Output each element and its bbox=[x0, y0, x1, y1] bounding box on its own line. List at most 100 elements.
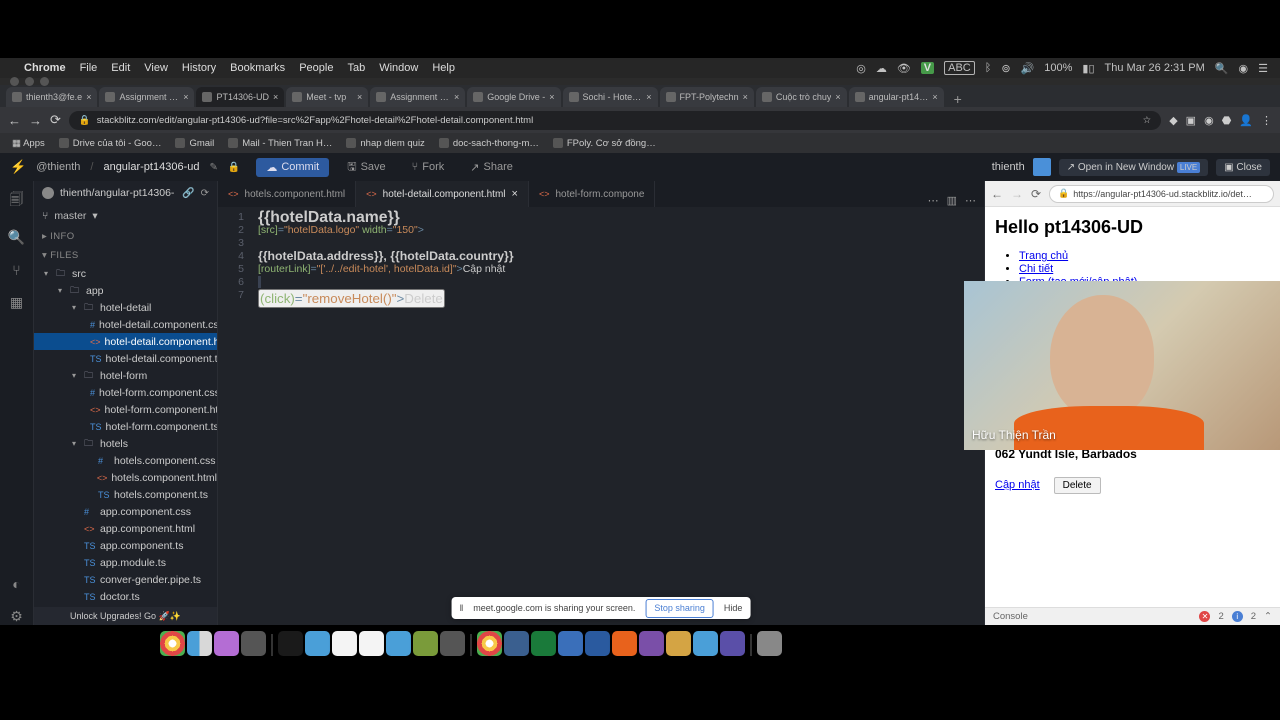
volume-icon[interactable]: 🔊 bbox=[1021, 62, 1035, 75]
back-btn[interactable]: ← bbox=[8, 113, 21, 128]
nav-home[interactable]: Trang chủ bbox=[1019, 250, 1068, 262]
more2-icon[interactable]: ⋯ bbox=[965, 194, 976, 207]
dock-trash[interactable] bbox=[757, 631, 782, 656]
menu-window[interactable]: Window bbox=[379, 62, 418, 74]
dock-github[interactable] bbox=[639, 631, 664, 656]
tree-folder[interactable]: ▾🗀src bbox=[34, 265, 217, 282]
dock-chrome2[interactable] bbox=[477, 631, 502, 656]
console-bar[interactable]: Console ✕2 i2 ⌃ bbox=[985, 607, 1280, 625]
browser-tab[interactable]: Google Drive -× bbox=[467, 87, 560, 107]
dock-cal[interactable] bbox=[332, 631, 357, 656]
bluetooth-icon[interactable]: ᛒ bbox=[985, 62, 992, 74]
code-area[interactable]: 1234567 {{hotelData.name}}[src]="hotelDa… bbox=[218, 207, 984, 625]
browser-tab[interactable]: PT14306-UD× bbox=[196, 87, 284, 107]
dock-excel[interactable] bbox=[531, 631, 556, 656]
split-icon[interactable]: ▥ bbox=[947, 194, 957, 207]
delete-btn[interactable]: Delete bbox=[1054, 477, 1101, 494]
nav-detail[interactable]: Chi tiết bbox=[1019, 263, 1053, 275]
tree-file[interactable]: #app.component.css bbox=[34, 503, 217, 520]
stop-sharing-btn[interactable]: Stop sharing bbox=[645, 599, 714, 618]
sb-owner[interactable]: @thienth bbox=[36, 161, 80, 173]
dock-safari[interactable] bbox=[305, 631, 330, 656]
tree-file[interactable]: #hotels.component.css bbox=[34, 452, 217, 469]
search-icon[interactable]: 🔍 bbox=[1215, 62, 1229, 75]
unlock-banner[interactable]: Unlock Upgrades! Go 🚀✨ bbox=[34, 607, 217, 625]
new-window-btn[interactable]: ↗ Open in New Window LIVE bbox=[1059, 159, 1208, 176]
chevron-up-icon[interactable]: ⌃ bbox=[1264, 611, 1272, 622]
tree-file[interactable]: #hotel-form.component.css bbox=[34, 384, 217, 401]
dock-v[interactable] bbox=[413, 631, 438, 656]
files-section[interactable]: ▾ FILES bbox=[34, 246, 217, 265]
omnibox[interactable]: 🔒 stackblitz.com/edit/angular-pt14306-ud… bbox=[69, 111, 1161, 130]
tree-file[interactable]: TShotels.component.ts bbox=[34, 486, 217, 503]
dock-postman[interactable] bbox=[612, 631, 637, 656]
menu-history[interactable]: History bbox=[182, 62, 216, 74]
browser-tab[interactable]: Cuộc trò chuy× bbox=[756, 87, 847, 107]
sb-project[interactable]: angular-pt14306-ud bbox=[103, 161, 199, 173]
dock-notes[interactable] bbox=[359, 631, 384, 656]
ext-4[interactable]: ⬣ bbox=[1222, 114, 1232, 127]
dock-app-1[interactable] bbox=[214, 631, 239, 656]
browser-tab[interactable]: thienth3@fe.e× bbox=[6, 87, 97, 107]
dock-sys[interactable] bbox=[440, 631, 465, 656]
link-icon[interactable]: 🔗 bbox=[182, 188, 194, 199]
share-btn[interactable]: ↗ Share bbox=[462, 158, 521, 177]
browser-tab[interactable]: Sochi - Hotel B× bbox=[563, 87, 658, 107]
hide-btn[interactable]: Hide bbox=[724, 602, 743, 615]
browser-tab[interactable]: Assignment Fi…× bbox=[370, 87, 465, 107]
save-btn[interactable]: 🖫 Save bbox=[339, 155, 393, 180]
menu-icon[interactable]: ⋮ bbox=[1261, 114, 1272, 127]
dock-app-2[interactable] bbox=[241, 631, 266, 656]
tree-file[interactable]: TSapp.component.ts bbox=[34, 537, 217, 554]
git-icon[interactable]: ⑂ bbox=[12, 262, 20, 278]
pv-url[interactable]: 🔒 https://angular-pt14306-ud.stackblitz.… bbox=[1049, 185, 1274, 203]
ext-2[interactable]: ▣ bbox=[1186, 114, 1196, 127]
dock-word[interactable] bbox=[585, 631, 610, 656]
bookmark[interactable]: doc-sach-thong-m… bbox=[439, 138, 539, 149]
ext-icon[interactable]: ▦ bbox=[10, 294, 23, 311]
menu-tab[interactable]: Tab bbox=[347, 62, 365, 74]
tree-folder[interactable]: ▾🗀hotels bbox=[34, 435, 217, 452]
bookmark[interactable]: Drive của tôi - Goo… bbox=[59, 138, 162, 149]
more-icon[interactable]: ⋯ bbox=[928, 194, 939, 207]
cloud-icon[interactable]: ☁ bbox=[876, 62, 887, 75]
tree-folder[interactable]: ▾🗀app bbox=[34, 282, 217, 299]
bolt-icon[interactable]: ⚡ bbox=[10, 159, 26, 175]
dock-teams[interactable] bbox=[720, 631, 745, 656]
dock-chrome[interactable] bbox=[160, 631, 185, 656]
star-icon[interactable]: ☆ bbox=[1143, 115, 1152, 126]
screencast-icon[interactable]: ◎ bbox=[856, 62, 866, 75]
tree-file[interactable]: TSapp.module.ts bbox=[34, 554, 217, 571]
dock-finder[interactable] bbox=[187, 631, 212, 656]
new-tab-btn[interactable]: + bbox=[946, 91, 970, 107]
app-name[interactable]: Chrome bbox=[24, 62, 66, 74]
dock-tv[interactable] bbox=[278, 631, 303, 656]
notif-icon[interactable]: ☰ bbox=[1258, 62, 1268, 75]
code-text[interactable]: {{hotelData.name}}[src]="hotelData.logo"… bbox=[252, 207, 984, 625]
edit-icon[interactable]: ✎ bbox=[209, 162, 217, 173]
tree-file[interactable]: <>hotel-form.component.html bbox=[34, 401, 217, 418]
battery-icon[interactable]: ▮▯ bbox=[1082, 62, 1094, 75]
tree-file[interactable]: #hotel-detail.component.css bbox=[34, 316, 217, 333]
datetime[interactable]: Thu Mar 26 2:31 PM bbox=[1105, 62, 1205, 74]
eye-icon[interactable]: 👁 bbox=[897, 62, 911, 75]
siri-icon[interactable]: ◉ bbox=[1239, 62, 1249, 75]
sb-user[interactable]: thienth bbox=[992, 161, 1025, 173]
avatar[interactable] bbox=[1033, 158, 1051, 176]
update-link[interactable]: Cập nhật bbox=[995, 479, 1040, 491]
commit-btn[interactable]: ☁ Commit bbox=[256, 158, 329, 177]
dock-py[interactable] bbox=[504, 631, 529, 656]
dock-sublime[interactable] bbox=[666, 631, 691, 656]
menu-file[interactable]: File bbox=[80, 62, 98, 74]
settings-icon[interactable]: ⚙ bbox=[10, 608, 23, 625]
tree-file[interactable]: <>hotel-detail.component.html bbox=[34, 333, 217, 350]
files-icon[interactable]: 🗐 bbox=[10, 189, 24, 213]
fork-btn[interactable]: ⑂ Fork bbox=[404, 158, 453, 176]
repo-name[interactable]: thienth/angular-pt14306- bbox=[60, 187, 174, 199]
pv-back[interactable]: ← bbox=[991, 187, 1003, 201]
menu-edit[interactable]: Edit bbox=[111, 62, 130, 74]
avatar-icon[interactable]: 👤 bbox=[1239, 114, 1253, 127]
bookmark[interactable]: Gmail bbox=[175, 138, 214, 149]
menu-view[interactable]: View bbox=[144, 62, 168, 74]
input-abc[interactable]: ABC bbox=[944, 61, 975, 75]
